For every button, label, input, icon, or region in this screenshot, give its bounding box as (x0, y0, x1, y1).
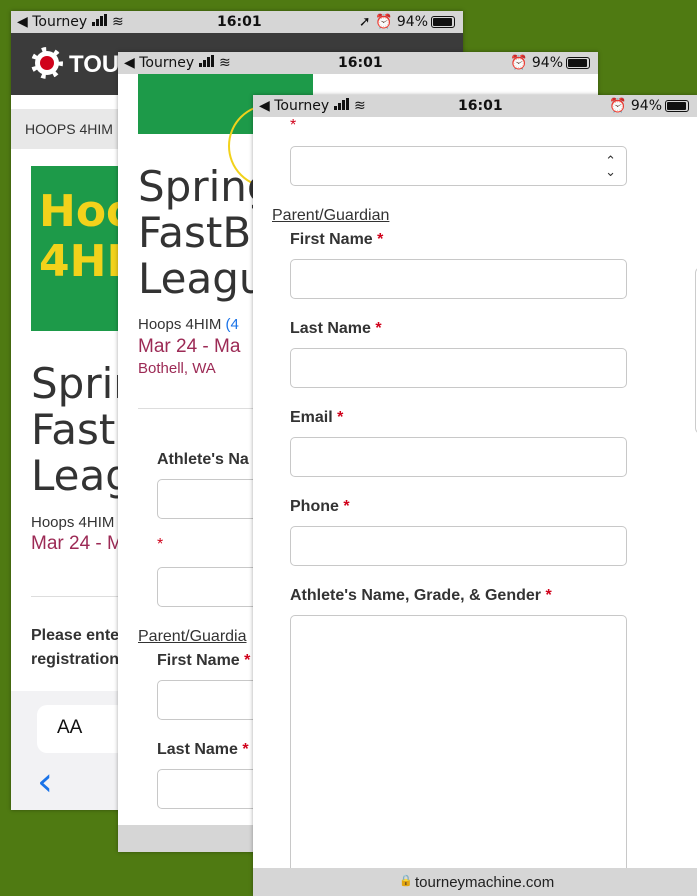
status-bar: ◀ Tourney ≋ 16:01 ⏰ 94% (118, 52, 598, 74)
back-chevron-icon[interactable]: ‹ (37, 759, 53, 805)
signal-icon (91, 14, 108, 30)
event-location: Bothell, WA (138, 360, 216, 377)
front-screenshot: ◀ Tourney ≋ 16:01 ⏰ 94% * ⌃ ⌄ Parent/Guar… (253, 95, 697, 896)
status-right: ➚ ⏰ 94% (359, 14, 455, 30)
last-name-label: Last Name * (290, 320, 382, 337)
text-size-button[interactable]: AA (37, 705, 127, 753)
status-right: ⏰ 94% (609, 98, 689, 114)
status-time: 16:01 (458, 98, 503, 114)
status-time: 16:01 (338, 55, 383, 71)
last-name-input[interactable] (290, 348, 627, 388)
first-name-label: First Name * (157, 652, 251, 669)
athlete-textarea[interactable] (290, 615, 627, 875)
signal-icon (198, 55, 215, 71)
divider (138, 408, 258, 409)
event-dates: Mar 24 - M (31, 533, 123, 554)
parent-heading: Parent/Guardia (138, 628, 247, 645)
phone-label: Phone * (290, 498, 350, 515)
event-dates: Mar 24 - Ma (138, 336, 241, 357)
chevron-updown-icon: ⌃ ⌄ (605, 153, 616, 179)
signal-icon (333, 98, 350, 114)
battery-icon (665, 100, 689, 112)
organizer[interactable]: Hoops 4HIM (31, 514, 114, 531)
status-time: 16:01 (217, 14, 262, 30)
lock-icon: 🔒 (399, 875, 413, 887)
phone-input[interactable] (290, 526, 627, 566)
status-back-carrier[interactable]: ◀ Tourney ≋ (17, 14, 124, 30)
registration-prompt: Please ente registration (31, 627, 120, 668)
last-name-label: Last Name * (157, 741, 249, 758)
wifi-icon: ≋ (112, 14, 124, 30)
parent-heading: Parent/Guardian (272, 207, 390, 224)
athlete-label: Athlete's Na (157, 451, 249, 468)
breadcrumb-label[interactable]: HOOPS 4HIM (25, 121, 113, 137)
status-back-carrier[interactable]: ◀ Tourney ≋ (124, 55, 231, 71)
status-back-carrier[interactable]: ◀ Tourney ≋ (259, 98, 366, 114)
athlete-label: Athlete's Name, Grade, & Gender * (290, 587, 552, 604)
status-right: ⏰ 94% (510, 55, 590, 71)
url-text: tourneymachine.com (415, 874, 555, 891)
first-name-label: First Name * (290, 231, 384, 248)
status-bar: ◀ Tourney ≋ 16:01 ⏰ 94% (253, 95, 697, 117)
select-dropdown[interactable]: ⌃ ⌄ (290, 146, 627, 186)
first-name-input[interactable] (290, 259, 627, 299)
gear-logo-icon[interactable] (31, 47, 63, 79)
email-input[interactable] (290, 437, 627, 477)
status-bar: ◀ Tourney ≋ 16:01 ➚ ⏰ 94% (11, 11, 463, 33)
required-asterisk: * (290, 117, 297, 134)
wifi-icon: ≋ (219, 55, 231, 71)
battery-icon (431, 16, 455, 28)
battery-icon (566, 57, 590, 69)
required-asterisk: * (157, 536, 164, 553)
url-bar[interactable]: 🔒 tourneymachine.com (253, 868, 697, 896)
email-label: Email * (290, 409, 344, 426)
wifi-icon: ≋ (354, 98, 366, 114)
organizer: Hoops 4HIM (4 (138, 316, 239, 333)
